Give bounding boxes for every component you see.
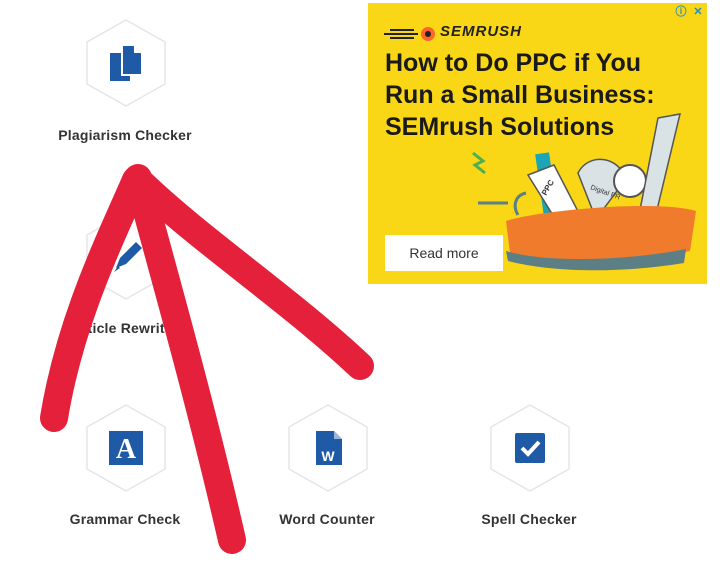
article-rewriter-label[interactable]: Article Rewriter [25,320,225,336]
spell-checker-label[interactable]: Spell Checker [429,511,629,527]
plagiarism-checker-hex[interactable] [84,18,168,108]
word-counter-hex[interactable]: W [286,403,370,493]
read-more-button[interactable]: Read more [385,235,503,271]
copy-documents-icon [110,44,143,81]
ad-info-icon[interactable]: ⓘ [674,5,688,19]
word-document-icon: W [316,431,342,465]
ad-choices-bar: ⓘ ✕ [674,5,705,19]
pencil-icon [114,242,142,272]
grammar-check-hex[interactable]: A [84,403,168,493]
checkbox-icon [515,433,545,463]
semrush-ad-banner[interactable]: SEMRUSH How to Do PPC if You Run a Small… [368,3,707,284]
article-rewriter-hex[interactable] [84,211,168,301]
ad-close-icon[interactable]: ✕ [691,5,705,19]
word-counter-label[interactable]: Word Counter [227,511,427,527]
plagiarism-checker-label[interactable]: Plagiarism Checker [25,127,225,143]
letter-a-icon: A [109,431,143,465]
spell-checker-hex[interactable] [488,403,572,493]
svg-text:A: A [116,434,137,465]
grammar-check-label[interactable]: Grammar Check [25,511,225,527]
svg-text:W: W [321,448,335,464]
